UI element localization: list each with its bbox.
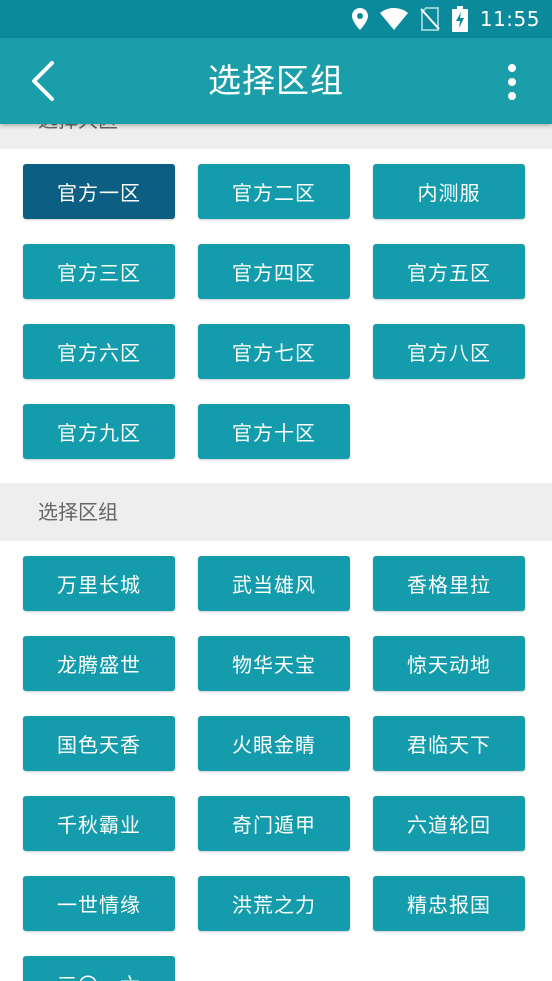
group-button[interactable]: 六道轮回 — [373, 796, 525, 851]
server-button[interactable]: 官方七区 — [198, 324, 350, 379]
status-bar: 11:55 — [0, 0, 552, 38]
group-button[interactable]: 奇门遁甲 — [198, 796, 350, 851]
server-button[interactable]: 官方九区 — [23, 404, 175, 459]
section-header-group: 选择区组 — [0, 483, 552, 541]
no-sim-icon — [420, 7, 440, 31]
app-bar: 选择区组 — [0, 38, 552, 124]
battery-charging-icon — [451, 6, 468, 32]
server-button[interactable]: 官方二区 — [198, 164, 350, 219]
group-button[interactable]: 精忠报国 — [373, 876, 525, 931]
server-button[interactable]: 官方十区 — [198, 404, 350, 459]
server-grid: 官方一区 官方二区 内测服官方三区 官方四区 官方五区官方六区 官方七区 官方八区官方九区官… — [23, 164, 529, 459]
server-button[interactable]: 官方五区 — [373, 244, 525, 299]
section-header-server: 选择大区 — [0, 124, 552, 149]
group-button[interactable]: 三〇一六 — [23, 956, 175, 981]
overflow-menu-button[interactable] — [502, 62, 522, 102]
group-button[interactable]: 万里长城 — [23, 556, 175, 611]
group-button[interactable]: 君临天下 — [373, 716, 525, 771]
group-button[interactable]: 惊天动地 — [373, 636, 525, 691]
server-button[interactable]: 官方六区 — [23, 324, 175, 379]
scroll-content[interactable]: 选择大区 官方一区官方二区内测服官方三区官方四区官方五区官方六区官方七区官方八区… — [0, 124, 552, 981]
group-grid: 万里长城 武当雄风 香格里拉龙腾盛世 物华天宝 惊天动地国色天香 火眼金睛 君临天下千秋霸业… — [23, 556, 529, 981]
group-button[interactable]: 国色天香 — [23, 716, 175, 771]
status-icons: 11:55 — [351, 0, 540, 38]
group-button[interactable]: 一世情缘 — [23, 876, 175, 931]
server-button[interactable]: 官方八区 — [373, 324, 525, 379]
location-icon — [351, 8, 368, 30]
server-button[interactable]: 内测服 — [373, 164, 525, 219]
group-button[interactable]: 洪荒之力 — [198, 876, 350, 931]
server-button[interactable]: 官方三区 — [23, 244, 175, 299]
group-button[interactable]: 千秋霸业 — [23, 796, 175, 851]
clock: 11:55 — [479, 7, 540, 31]
server-button[interactable]: 官方四区 — [198, 244, 350, 299]
group-button[interactable]: 武当雄风 — [198, 556, 350, 611]
page-title: 选择区组 — [208, 61, 344, 100]
group-button[interactable]: 物华天宝 — [198, 636, 350, 691]
group-button[interactable]: 火眼金睛 — [198, 716, 350, 771]
group-button[interactable]: 香格里拉 — [373, 556, 525, 611]
wifi-icon — [379, 8, 408, 30]
server-button[interactable]: 官方一区 — [23, 164, 175, 219]
group-button[interactable]: 龙腾盛世 — [23, 636, 175, 691]
more-vert-icon — [508, 64, 516, 100]
